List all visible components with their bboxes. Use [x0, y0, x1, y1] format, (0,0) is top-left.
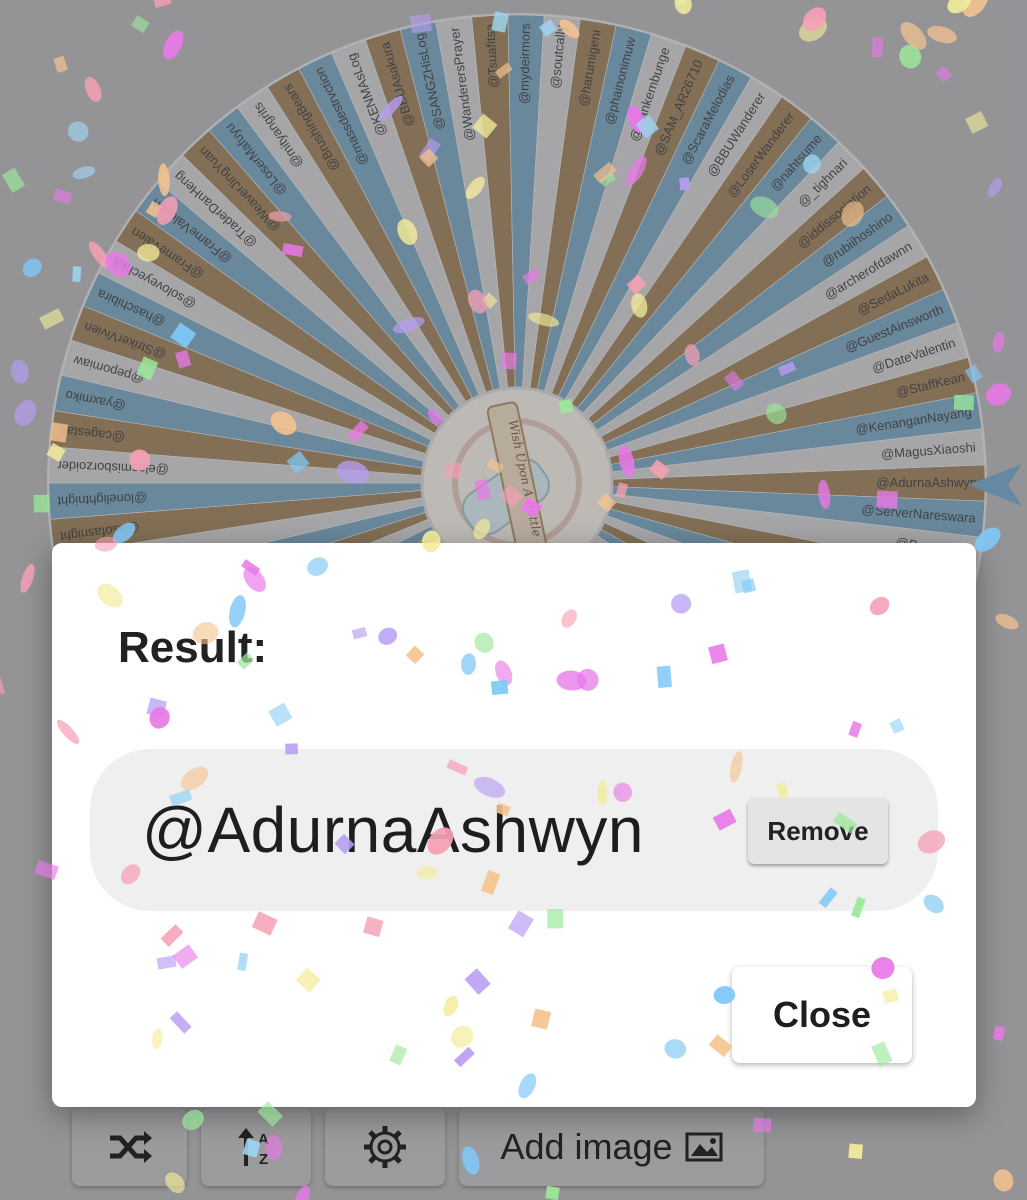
svg-text:Z: Z	[259, 1151, 268, 1168]
wheel-entry-label: @mydeirmors	[516, 22, 533, 104]
settings-button[interactable]	[325, 1108, 445, 1186]
shuffle-icon	[109, 1131, 152, 1163]
svg-text:A: A	[258, 1131, 269, 1148]
sort-button[interactable]: A Z	[201, 1108, 311, 1186]
wheel-toolbar: A Z Add image	[72, 1108, 764, 1186]
result-dialog: Result: @AdurnaAshwyn Remove Close	[52, 543, 976, 1107]
wheel-entry-label: @AdurnaAshwyn	[876, 475, 977, 490]
gear-icon	[364, 1126, 406, 1168]
dialog-title: Result:	[118, 623, 268, 672]
remove-button[interactable]: Remove	[748, 798, 888, 864]
result-chip: @AdurnaAshwyn Remove	[90, 749, 938, 911]
sort-az-icon: A Z	[238, 1128, 269, 1168]
add-image-label: Add image	[500, 1126, 673, 1167]
close-button[interactable]: Close	[732, 967, 912, 1063]
wheel-pointer-icon	[968, 464, 1022, 506]
shuffle-button[interactable]	[72, 1108, 187, 1186]
image-icon	[685, 1132, 723, 1162]
add-image-button[interactable]: Add image	[459, 1108, 764, 1186]
result-name: @AdurnaAshwyn	[142, 794, 644, 866]
